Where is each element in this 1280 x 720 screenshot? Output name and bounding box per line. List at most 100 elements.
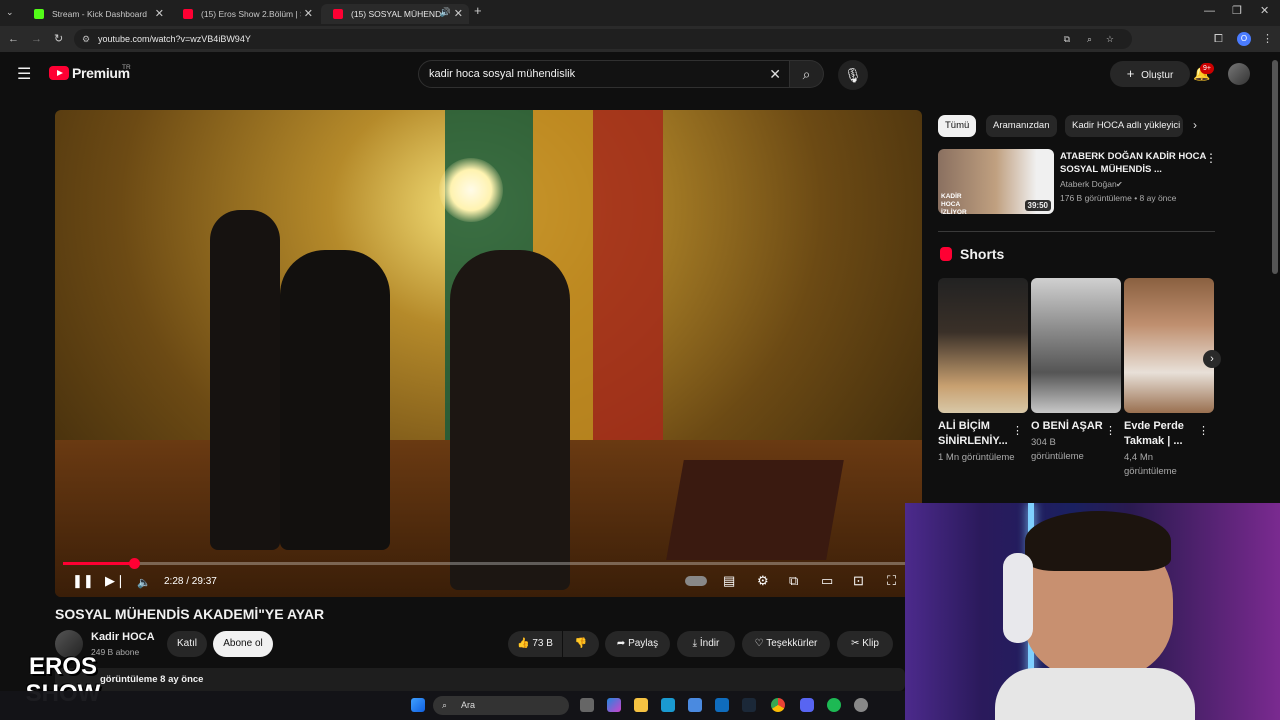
youtube-favicon-icon: [333, 9, 343, 19]
create-button[interactable]: + Oluştur: [1110, 61, 1190, 87]
share-arrow-icon: ➦: [616, 638, 626, 649]
reload-icon[interactable]: ↻: [54, 32, 63, 46]
join-button[interactable]: Katıl: [167, 631, 207, 657]
recommended-video-thumbnail[interactable]: KADİR HOCA İZLİYOR 39:50: [938, 149, 1054, 214]
forward-icon[interactable]: →: [31, 32, 42, 46]
subscribe-button[interactable]: Abone ol: [213, 631, 273, 657]
steam-icon[interactable]: [742, 698, 756, 712]
search-icon: ⌕: [802, 66, 811, 82]
youtube-logo-icon[interactable]: [49, 66, 69, 80]
share-button[interactable]: ➦ Paylaş: [605, 631, 670, 657]
bookmark-star-icon[interactable]: ☆: [1106, 29, 1114, 49]
scissors-icon: ✂: [851, 638, 860, 649]
chevron-right-icon[interactable]: ›: [1193, 118, 1197, 132]
chip-from-uploader[interactable]: Kadir HOCA adlı yükleyici: [1065, 115, 1183, 137]
description-box[interactable]: görüntüleme 8 ay önce: [55, 668, 905, 691]
divider: [938, 231, 1215, 232]
recommended-channel[interactable]: Ataberk Doğan: [1060, 179, 1117, 189]
short-more-icon[interactable]: ⋮: [1198, 424, 1209, 437]
cast-tab-icon[interactable]: ⧉: [1064, 29, 1070, 49]
streamer-hair: [1025, 511, 1171, 571]
close-tab-icon[interactable]: ✕: [304, 7, 313, 20]
discord-icon[interactable]: [800, 698, 814, 712]
seek-bar-handle[interactable]: [128, 558, 140, 569]
recommended-title-line1[interactable]: ATABERK DOĞAN KADİR HOCA: [1060, 150, 1206, 163]
browser-tab-bar: ⌄ Stream - Kick Dashboard ✕ (15) Eros Sh…: [0, 0, 1280, 26]
search-button[interactable]: ⌕: [790, 60, 824, 88]
settings-gear-icon[interactable]: ⚙: [757, 573, 769, 589]
back-icon[interactable]: ←: [8, 32, 19, 46]
chip-all[interactable]: Tümü: [938, 115, 977, 137]
profile-avatar[interactable]: O: [1237, 32, 1251, 46]
close-window-icon[interactable]: ✕: [1260, 4, 1269, 18]
autoplay-toggle[interactable]: [685, 576, 707, 586]
task-view-icon[interactable]: [580, 698, 594, 712]
page-scrollbar[interactable]: [1272, 60, 1278, 274]
video-player[interactable]: ❚❚ ▶❘ 🔈 2:28 / 29:37 ▤ ⚙ ⧉ ▭ ⊡ ⛶: [55, 110, 922, 597]
copilot-icon[interactable]: [607, 698, 621, 712]
person-2: [280, 250, 390, 550]
zoom-icon[interactable]: ⌕: [1087, 29, 1092, 49]
logo-line1: EROS: [28, 653, 97, 680]
clip-button[interactable]: ✂ Klip: [837, 631, 893, 657]
close-tab-icon[interactable]: ✕: [454, 7, 463, 20]
theater-mode-icon[interactable]: ▭: [821, 573, 833, 589]
channel-name[interactable]: Kadir HOCA: [91, 631, 155, 643]
thanks-button[interactable]: ♡ Teşekkürler: [742, 631, 830, 657]
more-actions-icon[interactable]: ⋮: [1205, 151, 1217, 165]
recommended-title-line2[interactable]: SOSYAL MÜHENDİS ...: [1060, 163, 1162, 176]
fullscreen-icon[interactable]: ⛶: [887, 573, 896, 589]
subtitles-icon[interactable]: ▤: [723, 573, 735, 589]
obs-icon[interactable]: [854, 698, 868, 712]
extensions-icon[interactable]: ⧠: [1214, 32, 1223, 46]
short-title-2[interactable]: O BENİ AŞAR: [1031, 419, 1109, 434]
tab-kick-dashboard[interactable]: Stream - Kick Dashboard ✕: [22, 4, 170, 24]
new-tab-icon[interactable]: +: [474, 4, 482, 18]
maximize-icon[interactable]: ❐: [1232, 4, 1242, 18]
store-icon[interactable]: [688, 698, 702, 712]
speaker-icon[interactable]: 🔊: [440, 7, 451, 18]
file-explorer-icon[interactable]: [634, 698, 648, 712]
volume-icon[interactable]: 🔈: [137, 576, 151, 589]
outlook-icon[interactable]: [715, 698, 729, 712]
voice-search-button[interactable]: 🎙: [838, 60, 868, 90]
chrome-icon[interactable]: [771, 698, 785, 712]
browser-menu-icon[interactable]: ⋮: [1262, 32, 1273, 46]
microphone-icon: 🎙: [844, 67, 862, 83]
short-title-3[interactable]: Evde Perde Takmak | ...: [1124, 419, 1202, 449]
shorts-next-icon[interactable]: ›: [1203, 350, 1221, 368]
chip-from-search[interactable]: Aramanızdan: [986, 115, 1057, 137]
spotify-icon[interactable]: [827, 698, 841, 712]
tab-sosyal-muhendis[interactable]: (15) SOSYAL MÜHENDİS AK 🔊 ✕: [321, 4, 469, 24]
like-button[interactable]: 👍 73 B: [508, 631, 562, 657]
dislike-button[interactable]: 👎: [563, 631, 599, 657]
url-field[interactable]: ⚙ youtube.com/watch?v=wzVB4iBW94Y ⧉ ⌕ ☆: [74, 29, 1132, 49]
tab-list-icon[interactable]: ⌄: [6, 5, 14, 19]
clear-search-icon[interactable]: ✕: [769, 61, 781, 87]
download-button[interactable]: ⤓ İndir: [677, 631, 735, 657]
cast-icon[interactable]: ⊡: [853, 573, 864, 589]
windows-start-icon[interactable]: [411, 698, 425, 712]
minimize-icon[interactable]: —: [1204, 4, 1215, 18]
taskbar-search[interactable]: ⌕ Ara: [433, 696, 569, 715]
short-thumbnail-1[interactable]: [938, 278, 1028, 413]
short-title-1[interactable]: ALİ BİÇİM SİNİRLENİY...: [938, 419, 1016, 449]
site-info-icon[interactable]: ⚙: [82, 29, 90, 49]
short-views-2: 304 B görüntüleme: [1031, 437, 1084, 462]
tab-eros-show[interactable]: (15) Eros Show 2.Bölüm | Stüdyo ✕: [171, 4, 319, 24]
short-more-icon[interactable]: ⋮: [1012, 424, 1023, 437]
short-thumbnail-2[interactable]: [1031, 278, 1121, 413]
close-tab-icon[interactable]: ✕: [155, 7, 164, 20]
clip-label: Klip: [862, 638, 879, 649]
kick-favicon-icon: [34, 9, 44, 19]
short-thumbnail-3[interactable]: [1124, 278, 1214, 413]
edge-icon[interactable]: [661, 698, 675, 712]
miniplayer-icon[interactable]: ⧉: [789, 573, 798, 589]
pause-icon[interactable]: ❚❚: [72, 573, 94, 589]
search-input[interactable]: kadir hoca sosyal mühendislik ✕: [418, 60, 790, 88]
seek-bar[interactable]: [63, 558, 914, 569]
next-video-icon[interactable]: ▶❘: [105, 573, 126, 589]
hamburger-menu-icon[interactable]: ☰: [17, 64, 31, 84]
account-avatar[interactable]: [1228, 63, 1250, 85]
notification-badge: 9+: [1200, 63, 1214, 74]
